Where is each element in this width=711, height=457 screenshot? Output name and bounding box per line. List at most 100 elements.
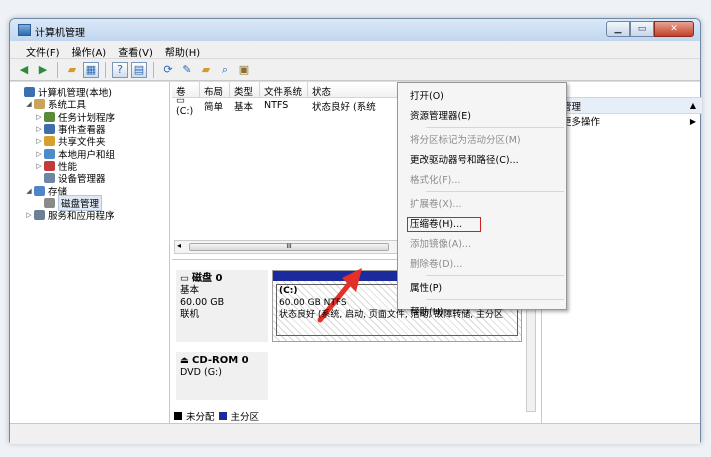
- show-tree-icon[interactable]: ▦: [83, 61, 99, 78]
- type-cell: 基本: [234, 101, 254, 113]
- scroll-left-icon[interactable]: ◂: [177, 241, 181, 250]
- expand-arrow-icon[interactable]: ▷: [34, 150, 44, 158]
- expand-arrow-icon[interactable]: ◢: [24, 100, 34, 108]
- expand-arrow-icon[interactable]: ▷: [34, 125, 44, 133]
- menu-help[interactable]: 帮助(H): [159, 41, 206, 59]
- menu-separator: [426, 127, 564, 128]
- expand-arrow-icon[interactable]: ▷: [24, 211, 34, 219]
- back-icon[interactable]: ◀: [16, 62, 32, 78]
- disk0-size: 60.00 GB: [180, 297, 225, 308]
- close-button[interactable]: ✕: [654, 21, 694, 37]
- context-menu-item-label: 资源管理器(E): [410, 111, 471, 122]
- computer-management-icon: [18, 24, 31, 36]
- title-bar[interactable]: 计算机管理 ▁ ▭ ✕: [10, 19, 700, 41]
- maximize-button[interactable]: ▭: [630, 21, 654, 37]
- tree-item[interactable]: ▷ 本地用户和组: [10, 147, 169, 161]
- context-menu-item-label: 更改驱动器号和路径(C)...: [410, 155, 519, 166]
- volume-cell: ▭ (C:): [176, 94, 194, 117]
- help-icon[interactable]: ?: [112, 61, 128, 78]
- tree-node-icon: [44, 111, 55, 122]
- disk0-state: 联机: [180, 309, 200, 320]
- legend-primary: 主分区: [230, 412, 260, 423]
- tree-item[interactable]: 计算机管理(本地): [10, 86, 169, 99]
- tree-node-icon: [44, 148, 55, 159]
- context-menu-item[interactable]: 打开(O): [398, 86, 566, 106]
- menu-file[interactable]: 文件(F): [20, 41, 66, 59]
- tree-node-icon: [24, 87, 35, 98]
- tree-item[interactable]: ▷ 共享文件夹: [10, 135, 169, 148]
- tree-item[interactable]: 磁盘管理: [10, 194, 169, 211]
- context-menu-item[interactable]: 添加镜像(A)...: [398, 234, 566, 254]
- expand-arrow-icon[interactable]: ▷: [34, 137, 44, 145]
- disk0-type: 基本: [180, 285, 200, 296]
- context-menu-item-label: 删除卷(D)...: [410, 259, 463, 270]
- scroll-thumb[interactable]: III: [189, 243, 389, 251]
- tree-node-icon: [44, 136, 55, 147]
- unallocated-swatch: [174, 412, 182, 420]
- tree-node-icon: [34, 210, 45, 221]
- tree-item[interactable]: 设备管理器: [10, 172, 169, 185]
- expand-arrow-icon[interactable]: ▷: [34, 162, 44, 170]
- open-icon[interactable]: ▰: [198, 62, 214, 78]
- context-menu-item-label: 扩展卷(X)...: [410, 199, 462, 210]
- menu-view[interactable]: 查看(V): [112, 41, 159, 59]
- computer-management-window: 计算机管理 ▁ ▭ ✕ 文件(F) 操作(A) 查看(V) 帮助(H) ◀ ▶ …: [9, 18, 702, 444]
- col-layout[interactable]: 布局: [200, 82, 230, 98]
- collapse-icon[interactable]: ▲: [690, 101, 696, 110]
- tree-item[interactable]: ▷ 任务计划程序: [10, 111, 169, 124]
- connect-icon[interactable]: ✎: [179, 62, 195, 78]
- context-menu-item-label: 压缩卷(H)...: [407, 217, 482, 232]
- disk0-label[interactable]: ▭ 磁盘 0 基本 60.00 GB 联机: [176, 270, 268, 342]
- filesystem-cell: NTFS: [264, 100, 289, 111]
- tree-item[interactable]: ▷ 性能: [10, 160, 169, 173]
- legend-unallocated: 未分配: [186, 412, 215, 423]
- more-actions-label: 更多操作: [562, 117, 601, 128]
- context-menu-item[interactable]: 将分区标记为活动分区(M): [398, 130, 566, 150]
- disk-icon: ▭: [180, 273, 189, 284]
- context-menu-item[interactable]: 删除卷(D)...: [398, 254, 566, 274]
- context-menu-item[interactable]: 资源管理器(E): [398, 106, 566, 126]
- refresh-icon[interactable]: ⟳: [160, 62, 176, 78]
- status-cell: 状态良好 (系统: [312, 101, 376, 113]
- submenu-arrow-icon: ▶: [689, 116, 696, 126]
- context-menu-item-label: 打开(O): [410, 91, 444, 102]
- cdrom-label[interactable]: ⏏ CD-ROM 0 DVD (G:): [176, 352, 268, 400]
- properties-icon[interactable]: ▤: [131, 61, 147, 78]
- main-content: 计算机管理(本地) ◢ 系统工具 ▷ 任务计划程序 ▷ 事件查看器 ▷ 共享文件夹 ▷ 本地用户和组…: [10, 82, 702, 423]
- search-icon[interactable]: ⌕: [217, 62, 233, 78]
- cdrom-icon: ⏏: [180, 355, 189, 366]
- status-bar: [10, 423, 700, 444]
- legend: 未分配 主分区: [174, 409, 260, 423]
- menu-separator: [426, 275, 564, 276]
- tree-item[interactable]: ▷ 服务和应用程序: [10, 209, 169, 222]
- forward-icon[interactable]: ▶: [35, 62, 51, 78]
- menu-action[interactable]: 操作(A): [66, 41, 113, 59]
- tree-node-icon: [44, 124, 55, 135]
- context-menu-item[interactable]: 更改驱动器号和路径(C)...: [398, 150, 566, 170]
- tree-node-icon: [44, 173, 55, 184]
- up-folder-icon[interactable]: ▰: [64, 62, 80, 78]
- tree-node-icon: [44, 160, 55, 171]
- drive-icon: ▭: [176, 94, 185, 106]
- expand-arrow-icon[interactable]: ◢: [24, 187, 34, 195]
- context-menu-item-label: 添加镜像(A)...: [410, 239, 471, 250]
- minimize-button[interactable]: ▁: [606, 21, 630, 37]
- tree-node-icon: [34, 185, 45, 196]
- menu-bar: 文件(F) 操作(A) 查看(V) 帮助(H): [10, 41, 700, 59]
- tree-item[interactable]: ◢ 系统工具: [10, 98, 169, 111]
- partition-name: (C:): [279, 286, 298, 296]
- context-menu-item[interactable]: 压缩卷(H)...: [398, 214, 566, 234]
- menu-separator: [426, 191, 564, 192]
- context-menu-item-label: 将分区标记为活动分区(M): [410, 135, 521, 146]
- context-menu-item[interactable]: 扩展卷(X)...: [398, 194, 566, 214]
- context-menu-item-label: 格式化(F)...: [410, 175, 461, 186]
- cdrom-drive: DVD (G:): [180, 367, 222, 378]
- expand-arrow-icon[interactable]: ▷: [34, 113, 44, 121]
- export-icon[interactable]: ▣: [236, 62, 252, 78]
- toolbar: ◀ ▶ ▰ ▦ ? ▤ ⟳ ✎ ▰ ⌕ ▣: [10, 59, 700, 81]
- col-type[interactable]: 类型: [230, 82, 260, 98]
- partition-size: 60.00 GB NTFS: [279, 298, 347, 308]
- context-menu-item[interactable]: 格式化(F)...: [398, 170, 566, 190]
- tree-item[interactable]: ▷ 事件查看器: [10, 123, 169, 136]
- col-filesystem[interactable]: 文件系统: [260, 82, 308, 98]
